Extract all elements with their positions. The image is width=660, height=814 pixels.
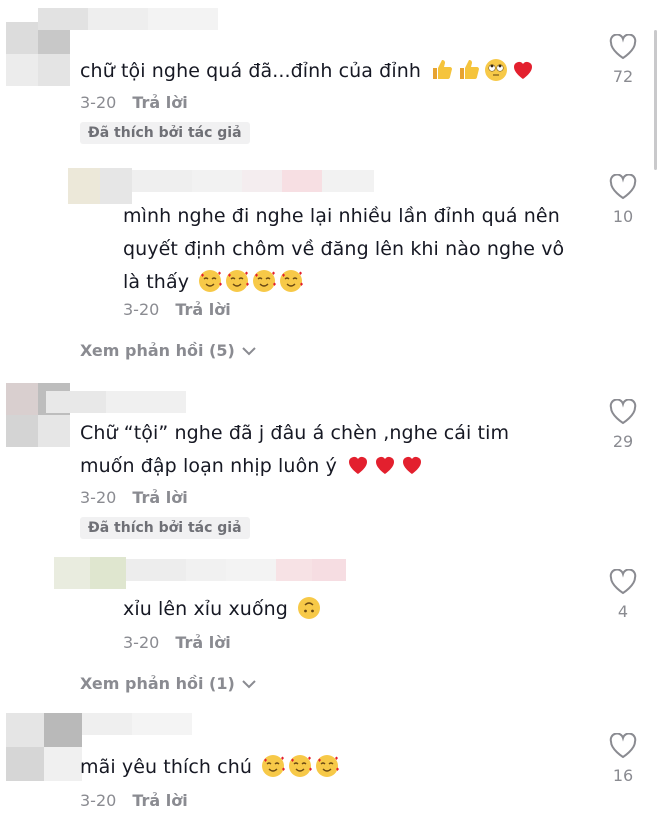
like-count: 72 (612, 67, 634, 86)
reply-button[interactable]: Trả lời (132, 488, 187, 507)
comment-meta: 3-20 Trả lời (80, 791, 188, 810)
comment-text: mãi yêu thích chú (80, 751, 340, 784)
comment-date: 3-20 (123, 633, 160, 652)
smiling-face-with-hearts-icon (198, 269, 223, 293)
comment-text: xỉu lên xỉu xuống (123, 593, 321, 626)
like-control: 72 (603, 34, 643, 86)
avatar[interactable] (6, 22, 70, 86)
comment-item: mãi yêu thích chú 3-20 Trả lời 16 (0, 705, 660, 814)
avatar[interactable] (6, 713, 82, 781)
like-count: 10 (612, 207, 634, 226)
username-blurred[interactable] (46, 391, 186, 413)
view-replies-button[interactable]: Xem phản hồi (1) (80, 674, 257, 693)
avatar[interactable] (68, 168, 132, 204)
like-count: 16 (612, 766, 634, 785)
comment-meta: 3-20 Trả lời (80, 488, 188, 507)
smiling-face-with-hearts-icon (261, 754, 286, 778)
liked-by-author-badge: Đã thích bởi tác giả (80, 122, 250, 144)
reply-button[interactable]: Trả lời (132, 791, 187, 810)
username-blurred[interactable] (132, 170, 374, 192)
comment-text: chữ tội nghe quá đã...đỉnh của đỉnh (80, 55, 535, 88)
username-blurred[interactable] (82, 713, 192, 735)
username-blurred[interactable] (126, 559, 346, 581)
comment-meta: 3-20 Trả lời (123, 633, 231, 652)
comment-text: Chữ “tội” nghe đã j đâu á chèn ,nghe cái… (80, 422, 510, 477)
like-control: 29 (603, 399, 643, 451)
comment-text: mình nghe đi nghe lại nhiều lần đỉnh quá… (123, 205, 565, 293)
reply-button[interactable]: Trả lời (175, 300, 230, 319)
reply-button[interactable]: Trả lời (132, 93, 187, 112)
smiling-face-with-hearts-icon (279, 269, 304, 293)
thumbs-up-icon (430, 58, 454, 82)
comment-meta: 3-20 Trả lời (123, 300, 231, 319)
thumbs-up-icon (457, 58, 481, 82)
upside-down-face-icon (297, 596, 321, 620)
heart-outline-icon[interactable] (609, 569, 637, 595)
comment-meta: 3-20 Trả lời (80, 93, 188, 112)
comment-item: chữ tội nghe quá đã...đỉnh của đỉnh 3-20… (0, 0, 660, 160)
red-heart-icon (511, 58, 535, 82)
rolling-eyes-icon (484, 58, 508, 82)
like-count: 4 (617, 602, 629, 621)
chevron-down-icon (242, 346, 256, 355)
heart-outline-icon[interactable] (609, 34, 637, 60)
red-heart-icon (346, 453, 370, 477)
liked-by-author-badge: Đã thích bởi tác giả (80, 517, 250, 539)
view-replies-button[interactable]: Xem phản hồi (5) (80, 341, 257, 360)
smiling-face-with-hearts-icon (288, 754, 313, 778)
red-heart-icon (373, 453, 397, 477)
like-control: 4 (603, 569, 643, 621)
chevron-down-icon (242, 679, 256, 688)
like-control: 16 (603, 733, 643, 785)
smiling-face-with-hearts-icon (315, 754, 340, 778)
red-heart-icon (400, 453, 424, 477)
comment-item: Chữ “tội” nghe đã j đâu á chèn ,nghe cái… (0, 375, 660, 550)
like-control: 10 (603, 174, 643, 226)
comment-date: 3-20 (123, 300, 160, 319)
heart-outline-icon[interactable] (609, 174, 637, 200)
heart-outline-icon[interactable] (609, 399, 637, 425)
like-count: 29 (612, 432, 634, 451)
smiling-face-with-hearts-icon (225, 269, 250, 293)
heart-outline-icon[interactable] (609, 733, 637, 759)
avatar[interactable] (54, 557, 126, 589)
comment-date: 3-20 (80, 488, 117, 507)
reply-item: xỉu lên xỉu xuống 3-20 Trả lời 4 (0, 553, 660, 663)
comment-date: 3-20 (80, 93, 117, 112)
comment-date: 3-20 (80, 791, 117, 810)
reply-button[interactable]: Trả lời (175, 633, 230, 652)
username-blurred[interactable] (38, 8, 218, 30)
reply-item: mình nghe đi nghe lại nhiều lần đỉnh quá… (0, 160, 660, 340)
smiling-face-with-hearts-icon (252, 269, 277, 293)
